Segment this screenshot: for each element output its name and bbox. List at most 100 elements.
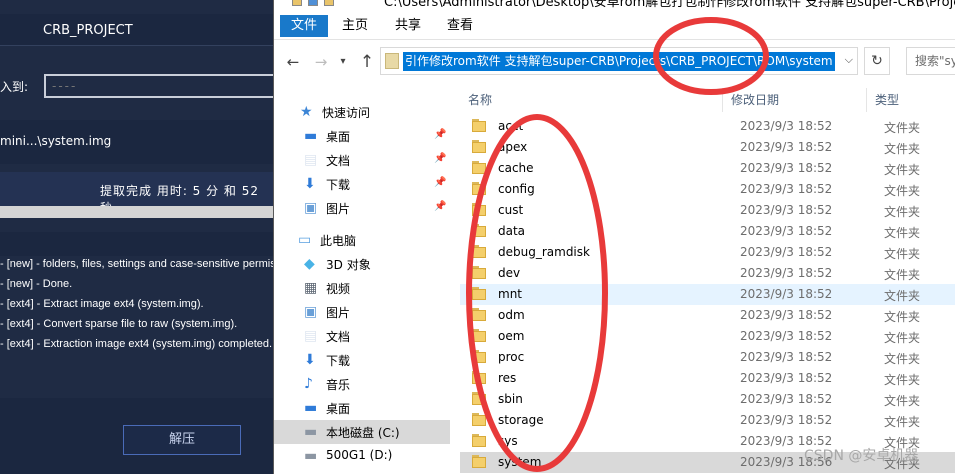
file-date: 2023/9/3 18:52 (740, 371, 833, 385)
nav-item[interactable]: ▣ 图片 📌 (274, 196, 450, 220)
pin-icon: 📌 (434, 177, 447, 188)
window-title: C:\Users\Administrator\Desktop\安卓rom解包打包… (384, 0, 955, 10)
ribbon-tabs: 文件 主页 共享 查看 (274, 10, 955, 40)
nav-item-label: 桌面 (326, 130, 351, 144)
file-row[interactable]: odm 2023/9/3 18:52 文件夹 (460, 305, 955, 326)
file-row[interactable]: cache 2023/9/3 18:52 文件夹 (460, 158, 955, 179)
file-type: 文件夹 (884, 205, 921, 219)
file-name: data (498, 224, 526, 238)
address-text[interactable]: 引作修改rom软件 支持解包super-CRB\Projects\CRB_PRO… (403, 52, 835, 71)
output-path-input[interactable] (44, 74, 273, 98)
file-row[interactable]: oem 2023/9/3 18:52 文件夹 (460, 326, 955, 347)
picture-icon: ▣ (304, 200, 318, 216)
project-bar[interactable]: CRB_PROJECT (0, 14, 273, 46)
nav-item[interactable]: ⬇ 下载 📌 (274, 172, 450, 196)
nav-item[interactable]: ▤ 文档 (274, 324, 450, 348)
column-header-type[interactable]: 类型 (866, 88, 955, 112)
file-row[interactable]: dev 2023/9/3 18:52 文件夹 (460, 263, 955, 284)
refresh-icon[interactable]: ↻ (864, 47, 890, 75)
nav-item[interactable]: ★ 快速访问 (274, 100, 450, 124)
forward-arrow-icon[interactable]: → (311, 52, 331, 72)
check-icon (308, 0, 318, 6)
log-line: - [ext4] - Extract image ext4 (system.im… (0, 298, 204, 310)
nav-item[interactable]: ♪ 音乐 (274, 372, 450, 396)
file-date: 2023/9/3 18:52 (740, 266, 833, 280)
file-row[interactable]: config 2023/9/3 18:52 文件夹 (460, 179, 955, 200)
file-row[interactable]: mnt 2023/9/3 18:52 文件夹 (460, 284, 955, 305)
folder-icon (472, 245, 486, 259)
rom-tool-window: CRB_PROJECT 入到: mini...\system.img 提取完成 … (0, 0, 273, 474)
title-bar[interactable]: C:\Users\Administrator\Desktop\安卓rom解包打包… (274, 0, 955, 10)
log-line: - [new] - Done. (0, 278, 73, 290)
file-row[interactable]: debug_ramdisk 2023/9/3 18:52 文件夹 (460, 242, 955, 263)
tab-file[interactable]: 文件 (280, 15, 328, 37)
file-row[interactable]: apex 2023/9/3 18:52 文件夹 (460, 137, 955, 158)
file-row[interactable]: acct 2023/9/3 18:52 文件夹 (460, 116, 955, 137)
tab-share[interactable]: 共享 (387, 15, 429, 37)
nav-item-label: 下载 (326, 354, 351, 368)
file-explorer-window: C:\Users\Administrator\Desktop\安卓rom解包打包… (273, 0, 955, 474)
pin-icon: 📌 (434, 153, 447, 164)
back-arrow-icon[interactable]: ← (283, 52, 303, 72)
nav-item[interactable]: ▬ 桌面 📌 (274, 124, 450, 148)
nav-item[interactable]: ▬ 本地磁盘 (C:) (274, 420, 450, 444)
nav-item[interactable]: ▬ 桌面 (274, 396, 450, 420)
file-type: 文件夹 (884, 352, 921, 366)
search-input[interactable]: 搜索"sy (906, 47, 955, 75)
nav-item-label: 图片 (326, 202, 351, 216)
nav-item[interactable]: ▦ 视频 (274, 276, 450, 300)
file-date: 2023/9/3 18:52 (740, 182, 833, 196)
file-row[interactable]: proc 2023/9/3 18:52 文件夹 (460, 347, 955, 368)
nav-item-label: 桌面 (326, 402, 351, 416)
picture-icon: ▣ (304, 304, 318, 320)
nav-item[interactable]: ▤ 文档 📌 (274, 148, 450, 172)
folder-icon (472, 182, 486, 196)
file-date: 2023/9/3 18:52 (740, 308, 833, 322)
file-type: 文件夹 (884, 226, 921, 240)
folder-icon (292, 0, 302, 6)
nav-item[interactable]: ▬ 500G1 (D:) (274, 444, 450, 468)
file-name: cache (498, 161, 534, 175)
tab-view[interactable]: 查看 (439, 15, 481, 37)
folder-icon (472, 161, 486, 175)
column-header-name[interactable]: 名称 (460, 88, 722, 112)
nav-item[interactable]: ⬇ 下载 (274, 348, 450, 372)
file-row[interactable]: data 2023/9/3 18:52 文件夹 (460, 221, 955, 242)
file-name: oem (498, 329, 525, 343)
nav-item[interactable]: ◆ 3D 对象 (274, 252, 450, 276)
navigation-pane: ★ 快速访问 ▬ 桌面 📌 ▤ 文档 📌 ⬇ 下载 📌 ▣ 图片 📌 ▭ 此电脑 ◆ 3D 对象 ▦ 视频 ▣ 图片 ▤ 文档… (274, 84, 450, 474)
file-date: 2023/9/3 18:52 (740, 287, 833, 301)
folder-icon (472, 119, 486, 133)
extract-button[interactable]: 解压 (123, 425, 241, 455)
navigation-bar: ← → ▾ ↑ 引作修改rom软件 支持解包super-CRB\Projects… (274, 40, 955, 84)
file-row[interactable]: storage 2023/9/3 18:52 文件夹 (460, 410, 955, 431)
status-bar: 提取完成 用时: 5 分 和 52 秒. (0, 172, 273, 215)
file-row[interactable]: cust 2023/9/3 18:52 文件夹 (460, 200, 955, 221)
nav-item-label: 此电脑 (320, 234, 357, 248)
file-date: 2023/9/3 18:52 (740, 140, 833, 154)
column-header-date[interactable]: 修改日期 (722, 88, 866, 112)
file-name: acct (498, 119, 524, 133)
file-name: dev (498, 266, 521, 280)
up-arrow-icon[interactable]: ↑ (357, 52, 377, 72)
file-type: 文件夹 (884, 247, 921, 261)
chevron-down-icon[interactable]: ▾ (333, 52, 353, 72)
chevron-down-icon[interactable]: ⌵ (845, 53, 853, 67)
folder-icon (472, 371, 486, 385)
output-label: 入到: (0, 80, 29, 94)
file-row[interactable]: sbin 2023/9/3 18:52 文件夹 (460, 389, 955, 410)
music-icon: ♪ (304, 376, 313, 392)
download-icon: ⬇ (304, 176, 316, 192)
nav-item[interactable]: ▭ 此电脑 (274, 228, 450, 252)
drive-icon: ▬ (304, 448, 318, 464)
address-bar[interactable]: 引作修改rom软件 支持解包super-CRB\Projects\CRB_PRO… (380, 47, 858, 75)
nav-item-label: 视频 (326, 282, 351, 296)
file-row[interactable]: res 2023/9/3 18:52 文件夹 (460, 368, 955, 389)
tab-home[interactable]: 主页 (334, 15, 376, 37)
file-name: config (498, 182, 535, 196)
log-header (0, 232, 273, 256)
nav-item[interactable]: ▣ 图片 (274, 300, 450, 324)
folder-icon (472, 308, 486, 322)
file-date: 2023/9/3 18:52 (740, 329, 833, 343)
watermark: CSDN @安卓机器 (804, 448, 919, 464)
